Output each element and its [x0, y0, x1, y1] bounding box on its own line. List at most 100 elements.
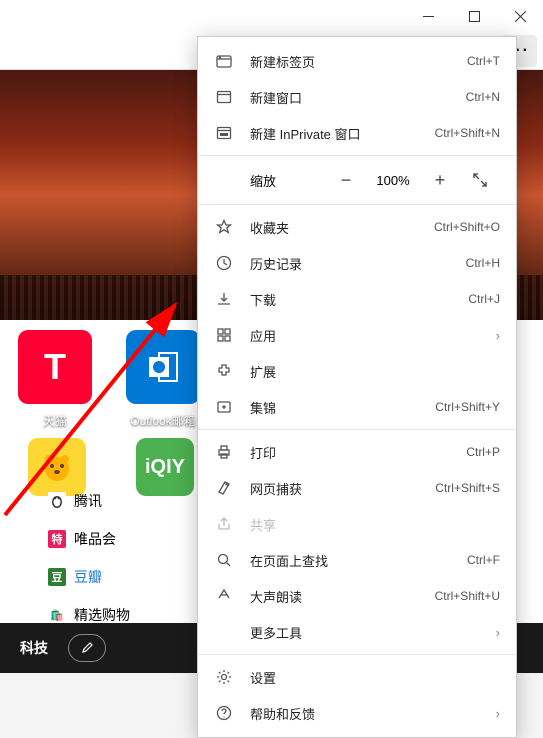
zoom-in-button[interactable]: + [420, 160, 460, 200]
history-icon [214, 253, 234, 273]
new-tab-icon [214, 51, 234, 71]
zoom-out-button[interactable]: − [326, 160, 366, 200]
tile-label: Outlook邮箱 [126, 412, 200, 429]
menu-zoom: 缩放 − 100% + [198, 160, 516, 200]
menu-label: 收藏夹 [250, 218, 434, 237]
menu-find[interactable]: 在页面上查找 Ctrl+F [198, 542, 516, 578]
menu-separator [198, 429, 516, 430]
new-window-icon [214, 87, 234, 107]
menu-help[interactable]: 帮助和反馈 › [198, 695, 516, 731]
menu-favorites[interactable]: 收藏夹 Ctrl+Shift+O [198, 209, 516, 245]
menu-label: 大声朗读 [250, 587, 435, 606]
menu-shortcut: Ctrl+Shift+S [435, 481, 500, 495]
menu-history[interactable]: 历史记录 Ctrl+H [198, 245, 516, 281]
menu-shortcut: Ctrl+Shift+U [435, 589, 500, 603]
tile-tmall[interactable]: T 天猫 [18, 330, 92, 429]
menu-label: 应用 [250, 326, 496, 345]
zoom-percent: 100% [366, 173, 420, 188]
star-icon [214, 217, 234, 237]
menu-share[interactable]: 共享 [198, 506, 516, 542]
menu-downloads[interactable]: 下载 Ctrl+J [198, 281, 516, 317]
settings-menu: 新建标签页 Ctrl+T 新建窗口 Ctrl+N 新建 InPrivate 窗口… [197, 36, 517, 738]
maximize-button[interactable] [451, 0, 497, 32]
menu-collections[interactable]: 集锦 Ctrl+Shift+Y [198, 389, 516, 425]
minimize-button[interactable] [405, 0, 451, 32]
share-icon [214, 514, 234, 534]
menu-shortcut: Ctrl+J [468, 292, 500, 306]
collections-icon [214, 397, 234, 417]
tile-outlook[interactable]: Outlook邮箱 [126, 330, 200, 429]
inprivate-icon [214, 123, 234, 143]
link-tencent[interactable]: 腾讯 [48, 482, 130, 520]
menu-label: 打印 [250, 443, 466, 462]
top-sites-row: T 天猫 Outlook邮箱 [18, 330, 200, 429]
find-icon [214, 550, 234, 570]
edit-pill[interactable] [68, 634, 106, 662]
gear-icon [214, 667, 234, 687]
download-icon [214, 289, 234, 309]
menu-shortcut: Ctrl+Shift+O [434, 220, 500, 234]
tencent-icon [48, 492, 66, 510]
blank-icon [214, 622, 234, 642]
window-titlebar [0, 0, 543, 32]
menu-separator [198, 654, 516, 655]
menu-shortcut: Ctrl+Shift+Y [435, 400, 500, 414]
menu-label: 下载 [250, 290, 468, 309]
menu-settings[interactable]: 设置 [198, 659, 516, 695]
menu-read-aloud[interactable]: 大声朗读 Ctrl+Shift+U [198, 578, 516, 614]
menu-new-inprivate[interactable]: 新建 InPrivate 窗口 Ctrl+Shift+N [198, 115, 516, 151]
menu-label: 新建标签页 [250, 52, 467, 71]
menu-shortcut: Ctrl+F [467, 553, 500, 567]
chevron-right-icon: › [496, 328, 500, 343]
menu-new-tab[interactable]: 新建标签页 Ctrl+T [198, 43, 516, 79]
menu-label: 历史记录 [250, 254, 466, 273]
link-label: 豆瓣 [74, 567, 102, 587]
close-button[interactable] [497, 0, 543, 32]
menu-shortcut: Ctrl+N [466, 90, 500, 104]
link-label: 唯品会 [74, 529, 116, 549]
outlook-icon [126, 330, 200, 404]
read-aloud-icon [214, 586, 234, 606]
menu-label: 网页捕获 [250, 479, 435, 498]
menu-label: 更多工具 [250, 623, 496, 642]
menu-shortcut: Ctrl+H [466, 256, 500, 270]
menu-label: 新建窗口 [250, 88, 466, 107]
menu-new-window[interactable]: 新建窗口 Ctrl+N [198, 79, 516, 115]
menu-web-capture[interactable]: 网页捕获 Ctrl+Shift+S [198, 470, 516, 506]
menu-shortcut: Ctrl+P [466, 445, 500, 459]
chevron-right-icon: › [496, 706, 500, 721]
menu-label: 新建 InPrivate 窗口 [250, 124, 435, 143]
help-icon [214, 703, 234, 723]
capture-icon [214, 478, 234, 498]
menu-label: 帮助和反馈 [250, 704, 496, 723]
print-icon [214, 442, 234, 462]
tile-iqiyi[interactable]: iQIY [136, 438, 194, 496]
chevron-right-icon: › [496, 625, 500, 640]
link-douban[interactable]: 豆豆瓣 [48, 558, 130, 596]
menu-label: 在页面上查找 [250, 551, 467, 570]
fullscreen-button[interactable] [460, 160, 500, 200]
vip-icon: 特 [48, 530, 66, 548]
menu-label: 设置 [250, 668, 500, 687]
quick-links: 腾讯 特唯品会 豆豆瓣 🛍️ 精选购物 [48, 482, 130, 634]
menu-separator [198, 204, 516, 205]
menu-shortcut: Ctrl+Shift+N [435, 126, 500, 140]
tile-label: 天猫 [18, 412, 92, 429]
link-label: 精选购物 [74, 605, 130, 625]
menu-label: 集锦 [250, 398, 435, 417]
menu-more-tools[interactable]: 更多工具 › [198, 614, 516, 650]
menu-extensions[interactable]: 扩展 [198, 353, 516, 389]
menu-apps[interactable]: 应用 › [198, 317, 516, 353]
link-vipshop[interactable]: 特唯品会 [48, 520, 130, 558]
menu-shortcut: Ctrl+T [467, 54, 500, 68]
apps-icon [214, 325, 234, 345]
extensions-icon [214, 361, 234, 381]
tab-tech[interactable]: 科技 [20, 638, 48, 658]
tmall-icon: T [18, 330, 92, 404]
link-label: 腾讯 [74, 491, 102, 511]
shopping-icon: 🛍️ [48, 606, 66, 624]
menu-separator [198, 155, 516, 156]
zoom-label: 缩放 [214, 171, 326, 190]
menu-print[interactable]: 打印 Ctrl+P [198, 434, 516, 470]
douban-icon: 豆 [48, 568, 66, 586]
